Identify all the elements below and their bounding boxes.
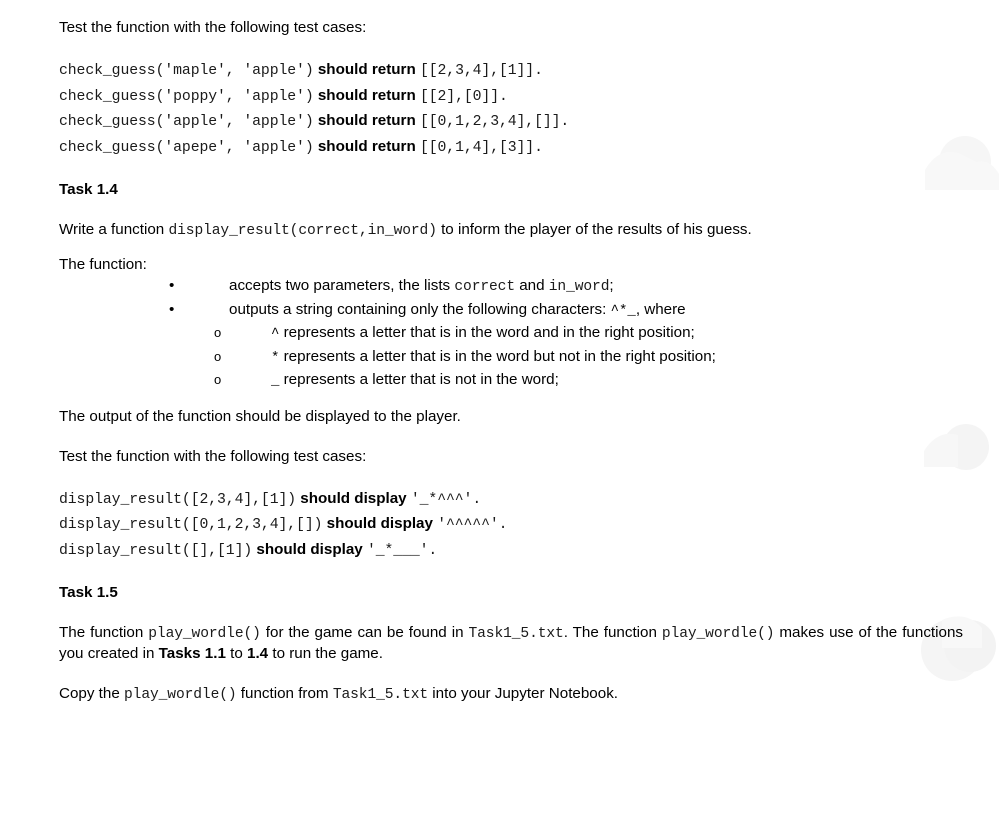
output-display-note: The output of the function should be dis… — [59, 407, 461, 425]
document-page: Test the function with the following tes… — [0, 0, 999, 834]
document-content: Test the function with the following tes… — [59, 18, 963, 705]
play-wordle-call: play_wordle() — [661, 626, 775, 642]
code-result: '^^^^^'. — [437, 517, 508, 533]
play-wordle-call: play_wordle() — [148, 626, 261, 642]
symbol-description: represents a letter that is not in the w… — [279, 371, 559, 388]
p2-seg2: function from — [236, 685, 333, 702]
check-guess-test-list: check_guess('maple', 'apple') should ret… — [59, 58, 963, 160]
code-verb: should return — [317, 137, 416, 155]
bullet-dot-icon: • — [169, 300, 175, 318]
code-call: check_guess('maple', 'apple') — [59, 63, 314, 79]
p1-seg6: to run the game. — [268, 645, 383, 662]
bullet-text-before: outputs a string containing only the fol… — [229, 300, 611, 318]
bullet-text-before: accepts two parameters, the lists — [229, 277, 455, 294]
function-requirements-list: • accepts two parameters, the lists corre… — [59, 275, 963, 322]
bullet-text-after: , where — [635, 300, 686, 318]
param-in-word: in_word — [548, 279, 610, 295]
code-call: display_result([2,3,4],[1]) — [59, 491, 297, 508]
display-result-test-intro: Test the function with the following tes… — [59, 447, 367, 465]
code-test-line: check_guess('apepe', 'apple') should ret… — [59, 135, 963, 161]
code-verb: should return — [317, 86, 416, 104]
p1-seg2: for the game can be found in — [260, 624, 469, 641]
code-result: [[2,3,4],[1]]. — [419, 63, 543, 79]
task-1-4-heading: Task 1.4 — [59, 181, 118, 198]
code-test-line: display_result([0,1,2,3,4],[]) should di… — [59, 512, 963, 538]
code-result: [[0,1,4],[3]]. — [419, 139, 543, 156]
task1-5-filename: Task1_5.txt — [468, 626, 564, 642]
check-guess-test-intro: Test the function with the following tes… — [59, 19, 367, 36]
code-verb: should display — [326, 515, 433, 532]
play-wordle-call: play_wordle() — [124, 687, 237, 703]
code-verb: should display — [256, 540, 363, 558]
task-1-4-intro-paragraph: Write a function display_result(correct,… — [59, 220, 963, 241]
code-result: [[0,1,2,3,4],[]]. — [419, 114, 570, 130]
display-result-signature: display_result(correct,in_word) — [168, 223, 437, 239]
list-item: • accepts two parameters, the lists corre… — [59, 275, 963, 299]
task1-5-filename: Task1_5.txt — [332, 687, 429, 703]
list-item: o _ represents a letter that is not in th… — [59, 369, 963, 393]
p1-seg5: to — [225, 645, 248, 662]
character-meaning-list: o ^ represents a letter that is in the wo… — [59, 322, 963, 393]
bullet-text-after: ; — [609, 277, 614, 294]
tasks-reference-end: 1.4 — [247, 645, 269, 662]
code-verb: should return — [317, 61, 416, 78]
task-1-5-heading: Task 1.5 — [59, 584, 118, 601]
code-verb: should display — [300, 489, 407, 507]
bullet-circle-icon: o — [214, 348, 222, 364]
code-test-line: display_result([],[1]) should display '_… — [59, 538, 963, 564]
intro-before: Write a function — [59, 221, 169, 238]
task-1-5-paragraph-2: Copy the play_wordle() function from Tas… — [59, 684, 963, 705]
code-verb: should return — [317, 112, 416, 129]
bullet-text-middle: and — [514, 277, 549, 294]
list-item: o * represents a letter that is in the wo… — [59, 346, 963, 370]
symbol-description: represents a letter that is in the word … — [279, 324, 695, 341]
symbol-description: represents a letter that is in the word … — [279, 347, 716, 365]
code-call: check_guess('apepe', 'apple') — [59, 139, 314, 156]
code-test-line: check_guess('apple', 'apple') should ret… — [59, 109, 963, 135]
code-call: check_guess('poppy', 'apple') — [59, 88, 314, 105]
code-result: '_*^^^'. — [410, 491, 482, 508]
p1-seg3: . The function — [563, 624, 662, 641]
code-call: check_guess('apple', 'apple') — [59, 114, 314, 130]
bullet-dot-icon: • — [169, 277, 175, 294]
code-test-line: check_guess('maple', 'apple') should ret… — [59, 58, 963, 84]
task-1-5-paragraph-1: The function play_wordle() for the game … — [59, 623, 963, 664]
output-characters: ^*_ — [610, 302, 636, 319]
p2-seg3: into your Jupyter Notebook. — [428, 685, 619, 702]
code-call: display_result([],[1]) — [59, 542, 253, 559]
p2-seg1: Copy the — [59, 685, 125, 702]
code-test-line: display_result([2,3,4],[1]) should displ… — [59, 487, 963, 513]
bullet-circle-icon: o — [214, 372, 222, 387]
list-item: o ^ represents a letter that is in the wo… — [59, 322, 963, 346]
the-function-label: The function: — [59, 256, 147, 273]
code-result: '_*___'. — [366, 542, 438, 559]
code-test-line: check_guess('poppy', 'apple') should ret… — [59, 84, 963, 110]
code-call: display_result([0,1,2,3,4],[]) — [59, 517, 323, 533]
list-item: • outputs a string containing only the fo… — [59, 299, 963, 323]
param-correct: correct — [454, 279, 515, 295]
intro-after: to inform the player of the results of h… — [436, 221, 752, 238]
code-result: [[2],[0]]. — [419, 88, 508, 105]
p1-seg1: The function — [59, 624, 149, 641]
bullet-circle-icon: o — [214, 325, 222, 340]
tasks-reference-start: Tasks 1.1 — [158, 645, 226, 662]
display-result-test-list: display_result([2,3,4],[1]) should displ… — [59, 487, 963, 564]
